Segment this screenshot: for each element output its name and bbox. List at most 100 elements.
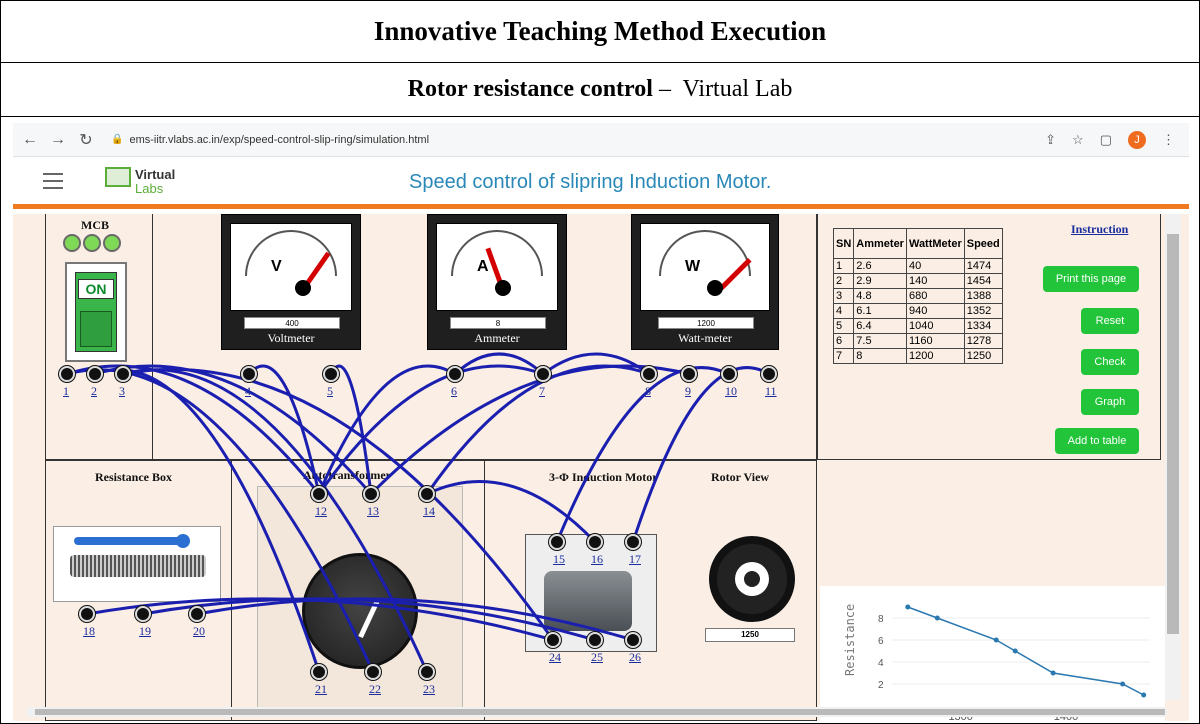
series-line: [907, 606, 1145, 696]
browser-toolbar: ← → ↻ 🔒 ems-iitr.vlabs.ac.in/exp/speed-c…: [13, 123, 1189, 157]
share-icon[interactable]: ⇪: [1045, 132, 1056, 148]
kebab-icon[interactable]: ⋮: [1162, 132, 1175, 148]
terminal-22[interactable]: [365, 664, 381, 680]
terminal-label: 6: [451, 384, 457, 398]
virtual-labs-logo[interactable]: Virtual Labs: [105, 165, 181, 199]
document-title: Innovative Teaching Method Execution: [1, 1, 1199, 63]
flask-icon: [105, 167, 131, 187]
terminal-label: 13: [367, 504, 379, 518]
simulation-area: MCB ON V 400 Voltmeter A 8 Ammeter W 120…: [13, 214, 1189, 721]
terminal-7[interactable]: [535, 366, 551, 382]
scrollbar-thumb[interactable]: [1167, 234, 1179, 634]
hamburger-menu-icon[interactable]: [43, 173, 63, 194]
terminal-25[interactable]: [587, 632, 603, 648]
document-subtitle: Rotor resistance control – Virtual Lab: [1, 63, 1199, 117]
terminal-label: 19: [139, 624, 151, 638]
terminal-label: 24: [549, 650, 561, 664]
terminal-label: 17: [629, 552, 641, 566]
logo-text-bottom: Labs: [135, 181, 164, 196]
terminal-10[interactable]: [721, 366, 737, 382]
y-tick-label: 8: [878, 614, 884, 625]
url-text: ems-iitr.vlabs.ac.in/exp/speed-control-s…: [129, 133, 430, 146]
scrollbar-thumb[interactable]: [35, 709, 1165, 715]
back-icon[interactable]: ←: [19, 131, 41, 149]
terminal-19[interactable]: [135, 606, 151, 622]
resistance-speed-chart: 246813001400Resistance: [820, 586, 1165, 721]
terminal-13[interactable]: [363, 486, 379, 502]
terminal-5[interactable]: [323, 366, 339, 382]
terminal-6[interactable]: [447, 366, 463, 382]
terminal-label: 7: [539, 384, 545, 398]
terminal-label: 10: [725, 384, 737, 398]
terminal-label: 14: [423, 504, 435, 518]
terminal-20[interactable]: [189, 606, 205, 622]
terminal-4[interactable]: [241, 366, 257, 382]
data-point: [934, 615, 940, 621]
address-bar[interactable]: 🔒 ems-iitr.vlabs.ac.in/exp/speed-control…: [111, 134, 1031, 146]
terminal-label: 23: [423, 682, 435, 696]
terminal-label: 15: [553, 552, 565, 566]
data-point: [1050, 670, 1056, 676]
terminal-label: 12: [315, 504, 327, 518]
terminal-16[interactable]: [587, 534, 603, 550]
logo-text-top: Virtual: [135, 167, 176, 182]
terminal-label: 9: [685, 384, 691, 398]
terminal-label: 1: [63, 384, 69, 398]
y-tick-label: 2: [878, 680, 884, 691]
terminal-label: 22: [369, 682, 381, 696]
wire-1-12[interactable]: [66, 364, 321, 495]
data-point: [1120, 681, 1126, 687]
lock-icon: 🔒: [111, 134, 124, 145]
browser-screenshot: ← → ↻ 🔒 ems-iitr.vlabs.ac.in/exp/speed-c…: [13, 123, 1189, 721]
document-page: Innovative Teaching Method Execution Rot…: [0, 0, 1200, 724]
reload-icon[interactable]: ↻: [75, 130, 97, 150]
wire-9-13[interactable]: [369, 364, 690, 496]
y-tick-label: 4: [878, 658, 884, 669]
terminal-2[interactable]: [87, 366, 103, 382]
app-header: Virtual Labs Speed control of slipring I…: [13, 157, 1189, 209]
terminal-21[interactable]: [311, 664, 327, 680]
terminal-label: 18: [83, 624, 95, 638]
wire-11-17[interactable]: [631, 366, 770, 543]
terminal-18[interactable]: [79, 606, 95, 622]
profile-avatar[interactable]: J: [1128, 130, 1146, 149]
terminal-23[interactable]: [419, 664, 435, 680]
terminal-label: 26: [629, 650, 641, 664]
wire-3-23[interactable]: [122, 368, 429, 673]
terminal-label: 20: [193, 624, 205, 638]
wire-18-24[interactable]: [86, 597, 554, 642]
sidebar-icon[interactable]: ▢: [1100, 132, 1112, 148]
terminal-label: 2: [91, 384, 97, 398]
vertical-scrollbar[interactable]: [1165, 214, 1181, 700]
wire-6-12[interactable]: [317, 364, 456, 495]
y-tick-label: 6: [878, 636, 884, 647]
subtitle-bold: Rotor resistance control: [407, 76, 653, 102]
terminal-12[interactable]: [311, 486, 327, 502]
terminal-1[interactable]: [59, 366, 75, 382]
app-title: Speed control of slipring Induction Moto…: [409, 171, 772, 193]
terminal-3[interactable]: [115, 366, 131, 382]
terminal-26[interactable]: [625, 632, 641, 648]
terminal-17[interactable]: [625, 534, 641, 550]
y-axis-label: Resistance: [843, 604, 857, 676]
terminal-label: 21: [315, 682, 327, 696]
terminal-8[interactable]: [641, 366, 657, 382]
forward-icon[interactable]: →: [47, 131, 69, 149]
subtitle-rest: – Virtual Lab: [652, 76, 793, 102]
terminal-9[interactable]: [681, 366, 697, 382]
terminal-label: 11: [765, 384, 777, 398]
terminal-label: 8: [645, 384, 651, 398]
wire-7-8[interactable]: [542, 352, 650, 376]
terminal-24[interactable]: [545, 632, 561, 648]
terminal-11[interactable]: [761, 366, 777, 382]
terminal-14[interactable]: [419, 486, 435, 502]
data-point: [993, 637, 999, 643]
terminal-label: 16: [591, 552, 603, 566]
terminal-label: 4: [245, 384, 251, 398]
terminal-label: 3: [119, 384, 125, 398]
terminal-label: 5: [327, 384, 333, 398]
horizontal-scrollbar[interactable]: [27, 707, 1167, 717]
terminal-15[interactable]: [549, 534, 565, 550]
data-point: [905, 604, 911, 610]
star-icon[interactable]: ☆: [1072, 132, 1084, 148]
